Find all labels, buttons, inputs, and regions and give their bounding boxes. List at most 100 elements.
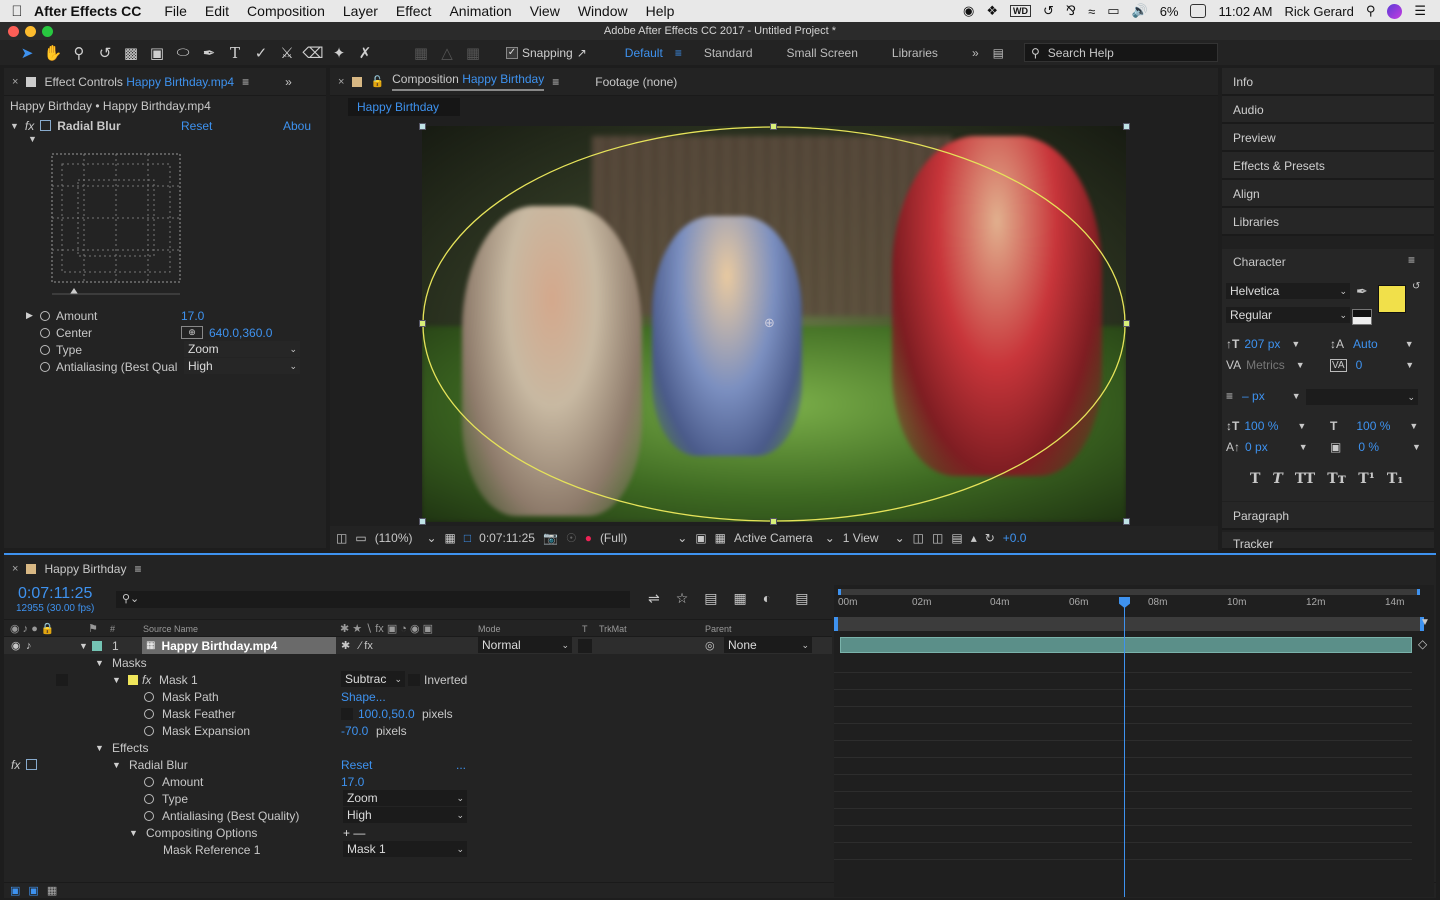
fill-color-swatch[interactable] [1378,285,1406,313]
brush-tool-icon[interactable]: ✓ [248,40,274,65]
creative-cloud-icon[interactable]: ◉ [963,3,974,19]
more-workspaces-icon[interactable]: » [972,46,979,60]
toggle-switches-icon[interactable]: ▣ [10,884,20,897]
draft-3d-icon[interactable]: ☆ [676,590,689,607]
layer-duration-bar[interactable] [840,637,1412,653]
parent-dropdown[interactable]: None ⌄ [724,637,812,653]
comp-mini-flowchart-icon[interactable]: ⇌ [648,590,660,607]
effect-center-point-icon[interactable]: ⊕ [764,315,775,331]
view-layout-dropdown[interactable]: 1 View ⌄ [843,531,905,545]
horizontal-scale-field[interactable]: T 100 % ▼ [1330,419,1418,433]
battery-percent[interactable]: 6% [1160,4,1179,19]
always-preview-icon[interactable]: ◫ [336,531,347,545]
transparency-grid-icon[interactable]: ▦ [715,531,726,545]
type-dropdown[interactable]: Zoom ⌄ [343,790,467,806]
app-menu[interactable]: After Effects CC [34,3,141,19]
hand-tool-icon[interactable]: ✋ [40,40,66,65]
mask-vertex-bottom[interactable] [770,518,777,525]
workspace-default[interactable]: Default [625,46,663,60]
type-tool-icon[interactable]: T [222,40,248,65]
mask-path-value[interactable]: Shape... [341,690,386,704]
layer-handle-tl[interactable] [419,123,426,130]
masks-expand-icon[interactable]: ▼ [95,658,104,668]
layer-visibility-icon[interactable]: ◉ [11,639,21,652]
type-dropdown[interactable]: Zoom ⌄ [184,341,300,357]
faux-bold-button[interactable]: T [1250,471,1260,487]
pen-tool-icon[interactable]: ✒ [196,40,222,65]
collapse-triangle-icon[interactable]: ▼ [10,121,19,131]
character-title[interactable]: Character [1233,255,1286,269]
work-area-bar[interactable] [838,589,1420,595]
expand-triangle-icon[interactable]: ▼ [28,134,37,144]
mask-vertex-top[interactable] [770,123,777,130]
aa-dropdown[interactable]: High ⌄ [343,807,467,823]
type-row[interactable]: Type Zoom ⌄ [4,790,832,807]
mask-expansion-row[interactable]: Mask Expansion -70.0 pixels [4,722,832,739]
stroke-style-dropdown[interactable]: ⌄ [1306,389,1418,405]
snapping-options-icon[interactable]: ↗ [577,46,587,60]
trkmat-empty[interactable] [578,638,592,653]
antialiasing-row[interactable]: Antialiasing (Best Quality) High ⌄ [4,807,832,824]
menubar-clock[interactable]: 11:02 AM [1218,4,1272,19]
tracking-field[interactable]: VA 0 ▼ [1330,358,1414,372]
bluetooth-icon[interactable]: ⅋ [1066,3,1076,19]
effects-expand-icon[interactable]: ▼ [95,743,104,753]
menu-file[interactable]: File [164,3,187,19]
font-family-dropdown[interactable]: Helvetica ⌄ [1226,283,1350,299]
compositing-options-row[interactable]: ▼ Compositing Options + — [4,824,832,841]
timeline-icon[interactable]: ▤ [951,531,962,545]
composition-tab[interactable]: Composition Happy Birthday [392,72,545,91]
stroke-width-field[interactable]: ≡ – px ▼ [1226,389,1301,403]
layer-keyframe-nav-icon[interactable]: ◇ [1418,637,1427,651]
center-target-icon[interactable]: ⊕ [181,326,203,339]
swap-colors-icon[interactable]: ↺ [1412,281,1420,292]
audio-panel-tab[interactable]: Audio [1222,96,1434,124]
clone-stamp-tool-icon[interactable]: ⚔ [274,40,300,65]
radial-blur-preview[interactable] [48,150,184,298]
menu-edit[interactable]: Edit [205,3,229,19]
mask-ref-dropdown[interactable]: Mask 1 ⌄ [343,841,467,857]
radial-blur-expand-icon[interactable]: ▼ [112,760,121,770]
current-time-indicator[interactable] [1119,597,1130,897]
snapping-toggle[interactable]: ✓ Snapping ↗ [506,46,587,60]
stopwatch-icon[interactable] [144,725,154,736]
mask-feather-value[interactable]: 100.0,50.0 [358,707,415,721]
panel-menu-icon[interactable]: ≡ [134,562,141,576]
layer-switch-icons[interactable]: ✱ ∕ fx [341,639,373,652]
timeline-time-graph[interactable]: 00m 02m 04m 06m 08m 10m 12m 14m ◇ ▼ [834,585,1434,897]
effect-enable-icon[interactable] [40,120,52,131]
toggle-pixel-aspect-icon[interactable]: ◫ [913,531,924,545]
radial-blur-row[interactable]: fx ▼ Radial Blur Reset ... [4,756,832,773]
graph-editor-icon[interactable]: ▤ [795,590,808,607]
timeline-tab[interactable]: Happy Birthday [44,562,126,576]
info-panel-tab[interactable]: Info [1222,68,1434,96]
workspace-standard[interactable]: Standard [704,46,753,60]
type-stopwatch-icon[interactable] [40,344,50,355]
eyedropper-icon[interactable]: ✒ [1356,283,1368,300]
mask1-row[interactable]: ▼ fx Mask 1 Subtrac ⌄ Inverted [4,671,832,688]
effects-group-row[interactable]: ▼ Effects [4,739,832,756]
region-of-interest-icon[interactable]: ▣ [695,531,706,545]
superscript-button[interactable]: T¹ [1358,471,1375,487]
paragraph-panel-tab[interactable]: Paragraph [1222,502,1434,530]
siri-icon[interactable] [1387,3,1403,19]
fx-toggle-icon[interactable]: fx [25,119,34,133]
all-caps-button[interactable]: TT [1295,471,1315,487]
layer-handle-br[interactable] [1123,518,1130,525]
snapshot-icon[interactable]: 📷 [543,531,558,545]
align-panel-tab[interactable]: Align [1222,180,1434,208]
effect-about-link[interactable]: Abou [283,119,311,133]
safe-zones-icon[interactable]: ▦ [445,531,456,545]
menu-help[interactable]: Help [646,3,675,19]
vertical-scale-field[interactable]: ↕T 100 % ▼ [1226,419,1306,433]
amount-row[interactable]: Amount 17.0 [4,773,832,790]
hide-shy-layers-icon[interactable]: ▤ [704,590,717,607]
workspace-small-screen[interactable]: Small Screen [787,46,858,60]
menu-window[interactable]: Window [578,3,628,19]
apple-icon[interactable]:  [0,3,34,20]
amount-stopwatch-icon[interactable] [40,310,50,321]
masks-group-row[interactable]: ▼ Masks [4,654,832,671]
radial-blur-more-link[interactable]: ... [456,758,466,772]
monitor-icon[interactable]: ▭ [355,531,366,545]
zoom-tool-icon[interactable]: ⚲ [66,40,92,65]
